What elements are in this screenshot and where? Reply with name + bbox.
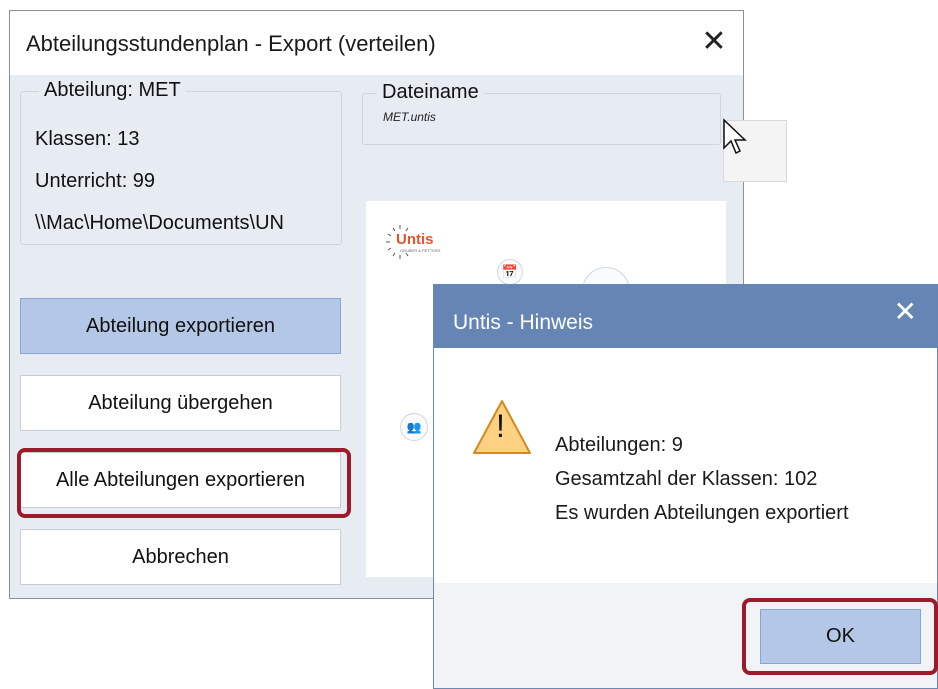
- export-all-highlight: [17, 448, 351, 518]
- filename-value[interactable]: MET.untis: [383, 110, 436, 124]
- cancel-button[interactable]: Abbrechen: [20, 529, 341, 585]
- close-icon[interactable]: ✕: [894, 295, 917, 328]
- untis-logo: Untis GRUBER & PETTERS: [386, 223, 440, 268]
- hint-dialog-title: Untis - Hinweis: [453, 311, 594, 334]
- people-icon: 👥: [400, 413, 428, 441]
- calendar-icon: 📅: [497, 259, 523, 285]
- path-clip: \\Mac\Home\Documents\UN: [35, 212, 339, 235]
- export-department-button[interactable]: Abteilung exportieren: [20, 298, 341, 354]
- hint-dialog: Untis - Hinweis ✕ ! Abteilungen: 9 Gesam…: [433, 284, 938, 689]
- hint-dialog-body: ! Abteilungen: 9 Gesamtzahl der Klassen:…: [434, 348, 937, 583]
- export-dialog-title: Abteilungsstundenplan - Export (verteile…: [26, 31, 436, 56]
- warning-exclamation: !: [496, 408, 505, 444]
- hint-dialog-titlebar: Untis - Hinweis ✕: [434, 285, 937, 348]
- message-classes-total: Gesamtzahl der Klassen: 102: [555, 468, 818, 490]
- logo-subtext: GRUBER & PETTERS: [400, 248, 441, 253]
- lessons-count: Unterricht: 99: [35, 170, 156, 192]
- filename-group: Dateiname MET.untis: [362, 81, 721, 145]
- department-legend: Abteilung: MET: [39, 79, 186, 102]
- filename-legend: Dateiname: [377, 81, 484, 104]
- export-path: \\Mac\Home\Documents\UN: [35, 212, 284, 234]
- export-dialog-titlebar: Abteilungsstundenplan - Export (verteile…: [10, 11, 743, 75]
- department-group: Abteilung: MET Klassen: 13 Unterricht: 9…: [20, 79, 342, 245]
- logo-text: Untis: [396, 231, 434, 248]
- close-icon[interactable]: ✕: [697, 25, 731, 59]
- classes-count: Klassen: 13: [35, 128, 140, 150]
- ok-highlight: [742, 598, 938, 675]
- skip-department-button[interactable]: Abteilung übergehen: [20, 375, 341, 431]
- message-departments: Abteilungen: 9: [555, 434, 683, 456]
- message-export-status: Es wurden Abteilungen exportiert: [555, 502, 849, 524]
- mouse-cursor-icon: [723, 118, 747, 155]
